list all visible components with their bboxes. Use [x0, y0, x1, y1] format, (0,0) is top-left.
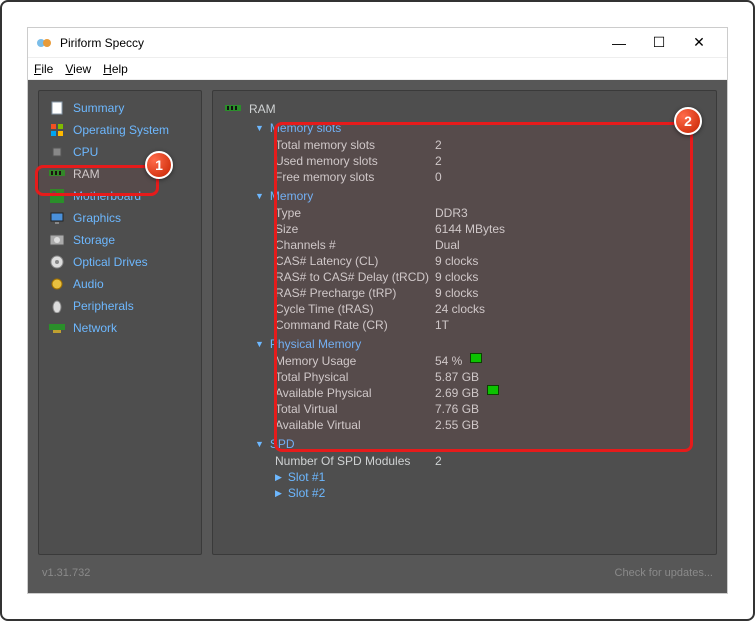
row-type: TypeDDR3 — [275, 205, 704, 221]
row-used-slots: Used memory slots2 — [275, 153, 704, 169]
graphics-icon — [49, 210, 65, 226]
chevron-down-icon: ▼ — [255, 439, 264, 449]
spd-slot-2[interactable]: ▶Slot #2 — [275, 485, 704, 501]
sidebar-item-label: Motherboard — [73, 189, 141, 203]
ram-icon — [225, 101, 241, 117]
peripherals-icon — [49, 298, 65, 314]
row-cr: Command Rate (CR)1T — [275, 317, 704, 333]
menu-view[interactable]: View — [65, 62, 91, 76]
chevron-right-icon: ▶ — [275, 469, 282, 485]
minimize-button[interactable]: — — [599, 29, 639, 57]
usage-bar-icon — [470, 353, 482, 363]
check-updates-link[interactable]: Check for updates... — [615, 567, 713, 579]
sidebar-item-peripherals[interactable]: Peripherals — [43, 295, 197, 317]
row-cl: CAS# Latency (CL)9 clocks — [275, 253, 704, 269]
row-tphys: Total Physical5.87 GB — [275, 369, 704, 385]
section-memory-slots[interactable]: ▼Memory slots — [255, 121, 704, 135]
row-channels: Channels #Dual — [275, 237, 704, 253]
app-title: Piriform Speccy — [60, 36, 599, 50]
sidebar-item-storage[interactable]: Storage — [43, 229, 197, 251]
menu-help[interactable]: Help — [103, 62, 128, 76]
row-avirt: Available Virtual2.55 GB — [275, 417, 704, 433]
sidebar-item-summary[interactable]: Summary — [43, 97, 197, 119]
row-trcd: RAS# to CAS# Delay (tRCD)9 clocks — [275, 269, 704, 285]
chevron-right-icon: ▶ — [275, 485, 282, 501]
sidebar-item-os[interactable]: Operating System — [43, 119, 197, 141]
chevron-down-icon: ▼ — [255, 191, 264, 201]
sidebar-item-graphics[interactable]: Graphics — [43, 207, 197, 229]
main-title: RAM — [249, 102, 276, 116]
section-memory[interactable]: ▼Memory — [255, 189, 704, 203]
sidebar-item-audio[interactable]: Audio — [43, 273, 197, 295]
sidebar-item-label: Storage — [73, 233, 115, 247]
network-icon — [49, 320, 65, 336]
summary-icon — [49, 100, 65, 116]
sidebar-item-label: Network — [73, 321, 117, 335]
row-size: Size6144 MBytes — [275, 221, 704, 237]
statusbar: v1.31.732 Check for updates... — [38, 563, 717, 583]
main-header: RAM — [225, 101, 704, 117]
menubar: File View Help — [28, 58, 727, 80]
menu-file[interactable]: File — [34, 62, 53, 76]
main-panel: RAM ▼Memory slots Total memory slots2 Us… — [212, 90, 717, 555]
sidebar-item-optical[interactable]: Optical Drives — [43, 251, 197, 273]
sidebar-item-ram[interactable]: RAM — [43, 163, 197, 185]
app-window: Piriform Speccy — ☐ ✕ File View Help Sum… — [27, 27, 728, 594]
row-total-slots: Total memory slots2 — [275, 137, 704, 153]
section-spd[interactable]: ▼SPD — [255, 437, 704, 451]
sidebar-item-label: Optical Drives — [73, 255, 148, 269]
client-area: Summary Operating System CPU RAM Motherb… — [28, 80, 727, 593]
row-usage: Memory Usage54 % — [275, 353, 704, 369]
row-free-slots: Free memory slots0 — [275, 169, 704, 185]
sidebar-item-label: CPU — [73, 145, 98, 159]
sidebar-item-label: Summary — [73, 101, 124, 115]
app-icon — [36, 35, 52, 51]
sidebar-item-label: Operating System — [73, 123, 169, 137]
storage-icon — [49, 232, 65, 248]
usage-bar-icon — [487, 385, 499, 395]
sidebar-item-motherboard[interactable]: Motherboard — [43, 185, 197, 207]
row-aphys: Available Physical2.69 GB — [275, 385, 704, 401]
titlebar: Piriform Speccy — ☐ ✕ — [28, 28, 727, 58]
os-icon — [49, 122, 65, 138]
ram-icon — [49, 166, 65, 182]
sidebar-item-cpu[interactable]: CPU — [43, 141, 197, 163]
sidebar-item-label: Graphics — [73, 211, 121, 225]
audio-icon — [49, 276, 65, 292]
section-physical[interactable]: ▼Physical Memory — [255, 337, 704, 351]
version-label: v1.31.732 — [42, 567, 90, 579]
sidebar-item-label: Audio — [73, 277, 104, 291]
cpu-icon — [49, 144, 65, 160]
sidebar-item-label: RAM — [73, 167, 100, 181]
maximize-button[interactable]: ☐ — [639, 29, 679, 57]
row-tvirt: Total Virtual7.76 GB — [275, 401, 704, 417]
row-tras: Cycle Time (tRAS)24 clocks — [275, 301, 704, 317]
row-spd-modules: Number Of SPD Modules2 — [275, 453, 704, 469]
optical-icon — [49, 254, 65, 270]
motherboard-icon — [49, 188, 65, 204]
chevron-down-icon: ▼ — [255, 339, 264, 349]
sidebar: Summary Operating System CPU RAM Motherb… — [38, 90, 202, 555]
chevron-down-icon: ▼ — [255, 123, 264, 133]
sidebar-item-label: Peripherals — [73, 299, 134, 313]
sidebar-item-network[interactable]: Network — [43, 317, 197, 339]
spd-slot-1[interactable]: ▶Slot #1 — [275, 469, 704, 485]
row-trp: RAS# Precharge (tRP)9 clocks — [275, 285, 704, 301]
close-button[interactable]: ✕ — [679, 29, 719, 57]
